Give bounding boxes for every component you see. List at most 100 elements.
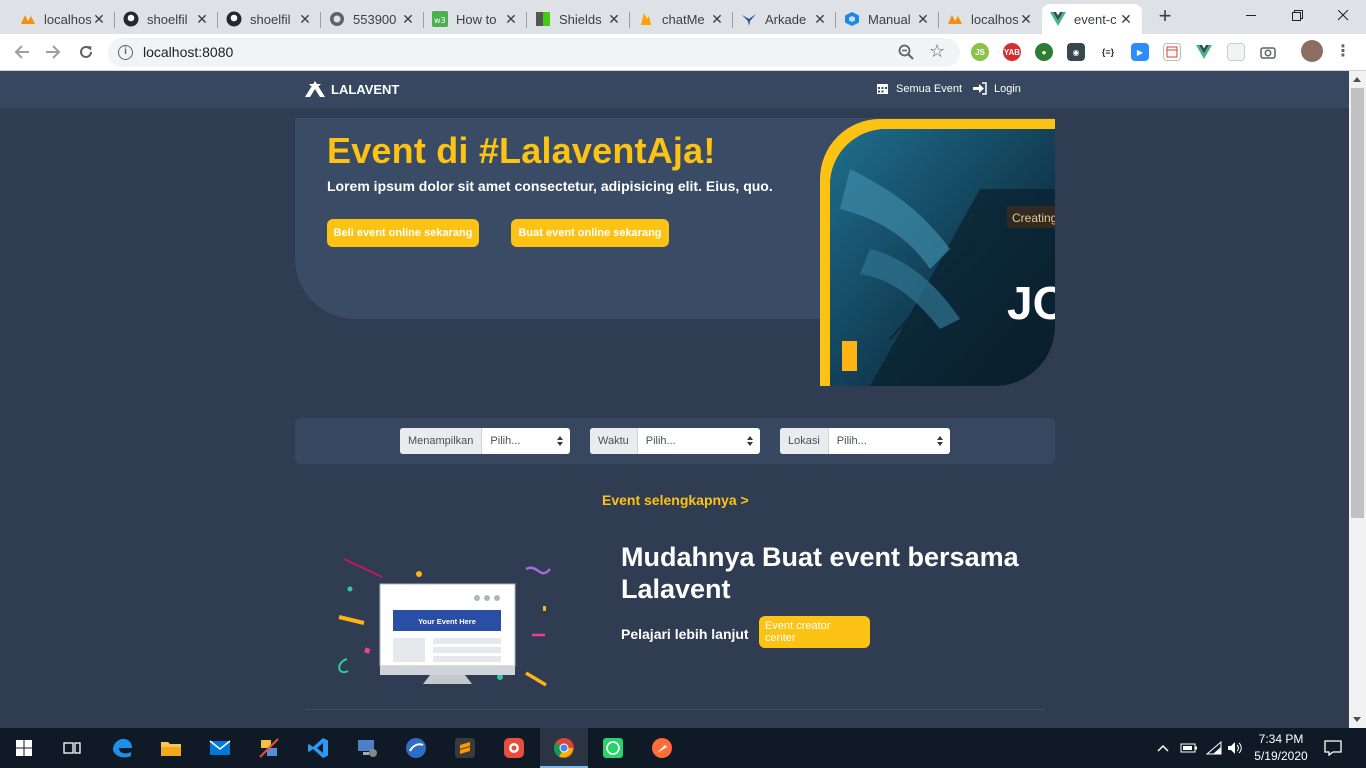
close-icon[interactable]: ✕ — [297, 11, 313, 27]
taskbar-mail[interactable] — [196, 728, 244, 768]
menu-kebab-icon[interactable]: ⋮ — [1335, 42, 1351, 60]
incognito-extension-icon[interactable]: ◉ — [1067, 43, 1085, 61]
json-extension-icon[interactable]: {≡} — [1099, 43, 1117, 61]
hero-image-caption: Creating a — [1012, 211, 1055, 225]
close-icon[interactable]: ✕ — [812, 11, 828, 27]
nav-all-events-label: Semua Event — [896, 82, 963, 95]
calendar-icon — [877, 84, 888, 94]
tab-localhost-1[interactable]: localhost ✕ — [12, 4, 115, 34]
zoom-icon[interactable] — [898, 44, 914, 60]
tab-shoelfil-2[interactable]: shoelfil ✕ — [218, 4, 321, 34]
taskbar-whatsapp[interactable] — [589, 728, 637, 768]
profile-avatar[interactable] — [1301, 40, 1323, 62]
edge-icon — [113, 738, 132, 758]
globe-extension-icon[interactable]: ● — [1035, 43, 1053, 61]
filter-location-select[interactable]: Pilih... — [829, 428, 950, 454]
start-button[interactable] — [0, 728, 48, 768]
task-view-button[interactable] — [48, 728, 96, 768]
reload-button[interactable] — [73, 40, 99, 64]
close-icon[interactable]: ✕ — [1018, 11, 1034, 27]
close-icon[interactable]: ✕ — [194, 11, 210, 27]
taskbar-network-tool[interactable] — [245, 728, 293, 768]
taskbar-edge[interactable] — [98, 728, 146, 768]
filter-time[interactable]: Waktu Pilih... — [590, 428, 760, 454]
filter-display[interactable]: Menampilkan Pilih... — [400, 428, 570, 454]
window-close-button[interactable] — [1320, 0, 1366, 30]
task-view-icon — [63, 742, 81, 754]
tab-shoelfil-1[interactable]: shoelfil ✕ — [115, 4, 218, 34]
create-event-button[interactable]: Buat event online sekarang — [511, 219, 669, 247]
battery-icon[interactable] — [1180, 728, 1198, 768]
tab-553900[interactable]: 553900 ✕ — [321, 4, 424, 34]
page-scrollbar[interactable] — [1349, 71, 1366, 728]
notification-center-icon[interactable] — [1324, 728, 1342, 768]
new-tab-button[interactable]: + — [1154, 5, 1176, 28]
info-icon[interactable]: i — [118, 45, 133, 60]
close-icon[interactable]: ✕ — [915, 11, 931, 27]
close-icon[interactable]: ✕ — [400, 11, 416, 27]
tray-chevron-icon[interactable] — [1157, 728, 1169, 768]
zoom-extension-icon[interactable]: ▶ — [1131, 43, 1149, 61]
taskbar-vscode[interactable] — [294, 728, 342, 768]
tab-shields[interactable]: Shields ✕ — [527, 4, 630, 34]
close-icon[interactable]: ✕ — [91, 11, 107, 27]
yab-extension-icon[interactable]: YAB — [1003, 43, 1021, 61]
blank-extension-icon[interactable] — [1227, 43, 1245, 61]
lalavent-logo-icon — [305, 81, 325, 97]
nav-all-events[interactable]: Semua Event — [876, 82, 962, 95]
mail-icon — [209, 740, 231, 755]
taskbar-photo-app[interactable] — [490, 728, 538, 768]
w3schools-icon: w3 — [432, 11, 448, 27]
taskbar-sublime[interactable] — [441, 728, 489, 768]
tab-title: Manual — [868, 11, 911, 27]
volume-icon[interactable] — [1227, 728, 1243, 768]
taskbar-remote-desktop[interactable] — [343, 728, 391, 768]
tab-title: Shields — [559, 11, 602, 27]
back-button[interactable] — [9, 40, 35, 64]
filter-display-label: Menampilkan — [400, 428, 483, 454]
tab-localhost-2[interactable]: localhost ✕ — [939, 4, 1042, 34]
taskbar-postman[interactable] — [638, 728, 686, 768]
tab-how-to[interactable]: w3 How to ✕ — [424, 4, 527, 34]
tab-event-active[interactable]: event-c ✕ — [1042, 4, 1142, 34]
nodejs-extension-icon[interactable]: JS — [971, 43, 989, 61]
github-icon — [226, 11, 242, 27]
nav-login[interactable]: Login — [973, 82, 1021, 95]
minimize-button[interactable] — [1228, 0, 1274, 30]
filter-display-select[interactable]: Pilih... — [482, 428, 570, 454]
phpmyadmin-icon — [20, 11, 36, 27]
buy-event-button[interactable]: Beli event online sekarang — [327, 219, 479, 247]
close-icon[interactable]: ✕ — [1118, 11, 1134, 27]
scroll-up-arrow-icon[interactable] — [1353, 77, 1361, 82]
bookmark-star-icon[interactable]: ☆ — [929, 41, 945, 62]
hero-subtitle: Lorem ipsum dolor sit amet consectetur, … — [327, 178, 773, 194]
scroll-down-arrow-icon[interactable] — [1353, 717, 1361, 722]
filter-location[interactable]: Lokasi Pilih... — [780, 428, 950, 454]
taskbar-clock[interactable]: 7:34 PM 5/19/2020 — [1250, 731, 1312, 765]
taskbar-file-explorer[interactable] — [147, 728, 195, 768]
select-caret-icon — [747, 436, 753, 446]
camera-extension-icon[interactable] — [1259, 43, 1277, 61]
close-icon[interactable]: ✕ — [606, 11, 622, 27]
scroll-thumb[interactable] — [1351, 88, 1364, 518]
tab-arkademy[interactable]: Arkade ✕ — [733, 4, 836, 34]
brand-logo[interactable]: LALAVENT — [304, 80, 399, 98]
firebase-icon — [638, 11, 654, 27]
promo-title: Mudahnya Buat event bersama Lalavent — [621, 542, 1019, 604]
vue-devtools-icon[interactable] — [1195, 43, 1213, 61]
filter-time-select[interactable]: Pilih... — [638, 428, 760, 454]
event-creator-center-button[interactable]: Event creator center — [759, 616, 870, 648]
wifi-icon[interactable] — [1206, 728, 1222, 768]
taskbar-circle-app[interactable] — [392, 728, 440, 768]
address-bar[interactable]: i localhost:8080 ☆ — [108, 38, 960, 67]
restore-button[interactable] — [1274, 0, 1320, 30]
more-events-link[interactable]: Event selengkapnya > — [602, 492, 749, 508]
window-extension-icon[interactable] — [1163, 43, 1181, 61]
forward-button[interactable] — [40, 40, 66, 64]
tab-chatme[interactable]: chatMe ✕ — [630, 4, 733, 34]
taskbar-chrome[interactable] — [540, 728, 588, 768]
url-text: localhost:8080 — [143, 44, 234, 60]
tab-manual[interactable]: Manual ✕ — [836, 4, 939, 34]
close-icon[interactable]: ✕ — [709, 11, 725, 27]
close-icon[interactable]: ✕ — [503, 11, 519, 27]
